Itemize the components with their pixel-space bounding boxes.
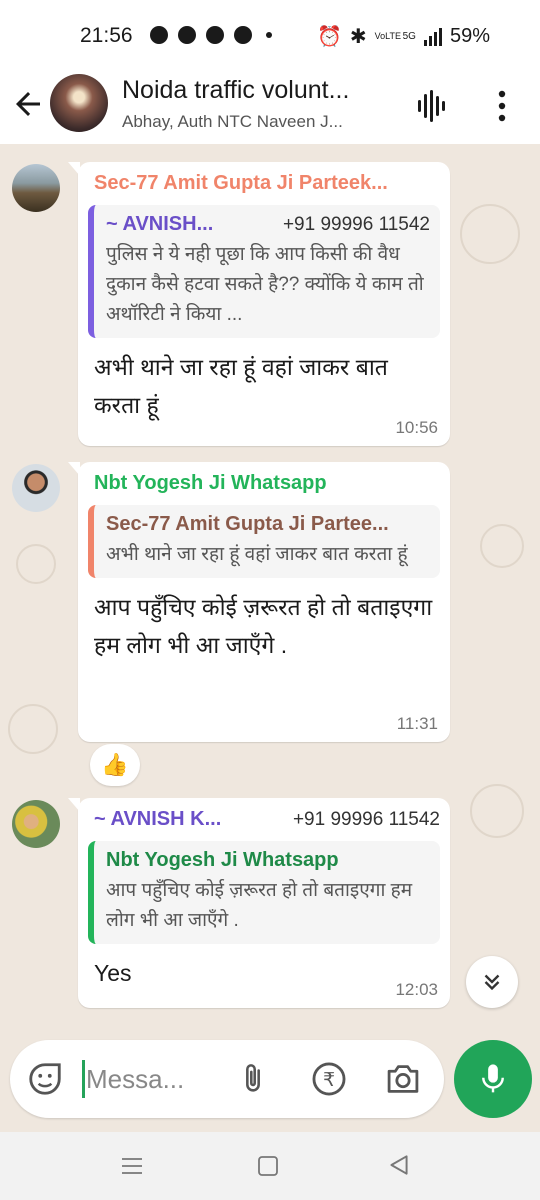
- quoted-text: आप पहुँचिए कोई ज़रूरत हो तो बताइएगा हम ल…: [106, 880, 413, 931]
- network-type-icon: 5G: [402, 31, 416, 42]
- status-bar: 21:56 ⏰ ✱ VoLTE 5G 59%: [0, 0, 540, 68]
- quoted-message[interactable]: Sec-77 Amit Gupta Ji Partee... अभी थाने …: [88, 505, 440, 578]
- quoted-sender-phone: +91 99996 11542: [282, 214, 430, 235]
- notification-icons: [150, 26, 272, 44]
- wallpaper-doodle: [16, 544, 56, 584]
- more-notifications-icon: [266, 32, 272, 38]
- group-avatar[interactable]: [50, 74, 108, 132]
- message-bubble[interactable]: Nbt Yogesh Ji Whatsapp Sec-77 Amit Gupta…: [68, 462, 450, 742]
- shopping-bag-icon: [234, 26, 252, 44]
- wallpaper-doodle: [8, 704, 58, 754]
- signal-icon: [423, 27, 442, 46]
- attach-icon[interactable]: [236, 1062, 270, 1101]
- microphone-button[interactable]: [454, 1040, 532, 1118]
- system-status: ⏰ ✱ VoLTE 5G 59%: [317, 24, 490, 49]
- facebook-icon: [150, 26, 168, 44]
- microphone-icon: [482, 1064, 504, 1093]
- back-arrow-icon[interactable]: [10, 86, 46, 122]
- message-time: 11:31: [396, 714, 438, 733]
- quoted-text: अभी थाने जा रहा हूं वहां जाकर बात करता ह…: [106, 544, 408, 565]
- sticker-icon[interactable]: [26, 1060, 64, 1103]
- payment-rupee-icon[interactable]: ₹: [310, 1060, 348, 1103]
- message-sender[interactable]: ~ AVNISH K...: [94, 808, 221, 831]
- message-composer: ₹: [10, 1040, 444, 1118]
- message-sender[interactable]: Nbt Yogesh Ji Whatsapp: [88, 472, 440, 495]
- message-text: Yes: [94, 960, 132, 986]
- message-sender[interactable]: Sec-77 Amit Gupta Ji Parteek...: [88, 172, 440, 195]
- sender-avatar[interactable]: [12, 800, 60, 848]
- voice-chat-icon[interactable]: [412, 86, 452, 131]
- sender-avatar[interactable]: [12, 164, 60, 212]
- home-icon[interactable]: [256, 1154, 280, 1183]
- quoted-sender: Sec-77 Amit Gupta Ji Partee...: [106, 513, 389, 535]
- bluetooth-icon: ✱: [349, 26, 367, 48]
- system-nav-bar: [0, 1132, 540, 1200]
- battery-level: 59%: [449, 25, 490, 47]
- chat-title[interactable]: Noida traffic volunt...: [122, 76, 392, 105]
- status-time: 21:56: [80, 24, 133, 47]
- quoted-message[interactable]: Nbt Yogesh Ji Whatsapp आप पहुँचिए कोई ज़…: [88, 841, 440, 944]
- back-nav-icon[interactable]: [386, 1152, 412, 1183]
- wallpaper-doodle: [480, 524, 524, 568]
- recent-apps-icon[interactable]: [120, 1154, 144, 1183]
- chat-header: Noida traffic volunt... Abhay, Auth NTC …: [0, 68, 540, 144]
- message-text: अभी थाने जा रहा हूं वहां जाकर बात करता ह…: [94, 354, 388, 418]
- chat-subtitle[interactable]: Abhay, Auth NTC Naveen J...: [122, 112, 392, 132]
- quoted-message[interactable]: ~ AVNISH... +91 99996 11542 पुलिस ने ये …: [88, 205, 440, 338]
- wallpaper-doodle: [460, 204, 520, 264]
- quoted-sender: ~ AVNISH...: [106, 213, 214, 235]
- sender-phone: +91 99996 11542: [292, 809, 440, 830]
- svg-text:₹: ₹: [323, 1069, 335, 1091]
- more-options-icon[interactable]: [490, 86, 514, 131]
- chat-area[interactable]: Sec-77 Amit Gupta Ji Parteek... ~ AVNISH…: [0, 144, 540, 1132]
- message-bubble[interactable]: Sec-77 Amit Gupta Ji Parteek... ~ AVNISH…: [68, 162, 450, 446]
- camera-icon[interactable]: [384, 1062, 422, 1101]
- volte-icon: VoLTE: [374, 31, 401, 41]
- whatsapp-icon: [206, 26, 224, 44]
- message-text: आप पहुँचिए कोई ज़रूरत हो तो बताइएगा हम ल…: [94, 594, 433, 658]
- wallpaper-doodle: [470, 784, 524, 838]
- alarm-icon: ⏰: [316, 26, 342, 48]
- message-bubble[interactable]: ~ AVNISH K... +91 99996 11542 Nbt Yogesh…: [68, 798, 450, 1008]
- message-time: 12:03: [395, 980, 438, 999]
- scroll-down-icon[interactable]: [466, 956, 518, 1008]
- quoted-text: पुलिस ने ये नही पूछा कि आप किसी की वैध द…: [106, 244, 424, 325]
- message-time: 10:56: [395, 418, 438, 437]
- reaction-badge[interactable]: 👍: [90, 744, 140, 786]
- quoted-sender: Nbt Yogesh Ji Whatsapp: [106, 849, 339, 871]
- chat-app-icon: [178, 26, 196, 44]
- text-cursor: [82, 1060, 85, 1098]
- message-input[interactable]: [86, 1056, 216, 1102]
- sender-avatar[interactable]: [12, 464, 60, 512]
